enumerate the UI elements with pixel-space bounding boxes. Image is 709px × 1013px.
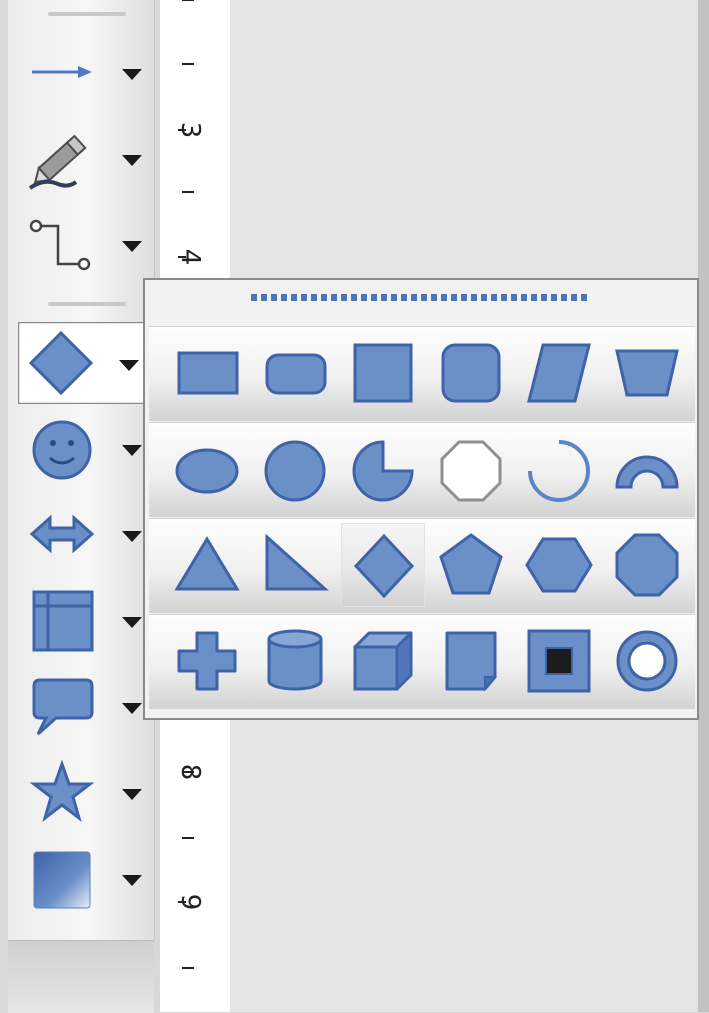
basic-shapes-tool[interactable] bbox=[18, 322, 146, 404]
chevron-down-icon[interactable] bbox=[120, 528, 144, 544]
rectangle-icon[interactable] bbox=[165, 331, 249, 415]
shape-row bbox=[149, 326, 695, 421]
toolbar-separator bbox=[48, 302, 126, 306]
circle-pie-icon[interactable] bbox=[341, 427, 425, 511]
right-triangle-icon[interactable] bbox=[253, 523, 337, 607]
ruler-label: 9 bbox=[175, 894, 205, 911]
flowchart-icon bbox=[24, 582, 100, 658]
chevron-down-icon[interactable] bbox=[120, 872, 144, 888]
cylinder-icon[interactable] bbox=[253, 619, 337, 703]
chevron-down-icon[interactable] bbox=[117, 357, 141, 373]
ellipse-icon[interactable] bbox=[165, 427, 249, 511]
rounded-square-icon[interactable] bbox=[429, 331, 513, 415]
3d-objects-tool[interactable] bbox=[22, 838, 148, 918]
shape-row bbox=[149, 518, 695, 613]
shape-row bbox=[149, 422, 695, 517]
block-arc-icon[interactable] bbox=[605, 427, 689, 511]
smiley-icon bbox=[24, 410, 100, 486]
ruler-label: 4 bbox=[175, 249, 205, 266]
chevron-down-icon[interactable] bbox=[120, 786, 144, 802]
chevron-down-icon[interactable] bbox=[120, 614, 144, 630]
pentagon-icon[interactable] bbox=[429, 523, 513, 607]
arc-icon[interactable] bbox=[517, 427, 601, 511]
block-arrows-tool[interactable] bbox=[22, 494, 148, 574]
freehand-tool[interactable] bbox=[22, 118, 148, 198]
square-icon[interactable] bbox=[341, 331, 425, 415]
chevron-down-icon[interactable] bbox=[120, 442, 144, 458]
cube-gradient-icon bbox=[24, 840, 100, 916]
toolbar-footer bbox=[8, 940, 154, 1013]
chevron-down-icon[interactable] bbox=[120, 238, 144, 254]
ruler-label: 8 bbox=[175, 764, 205, 781]
line-arrow-tool[interactable] bbox=[22, 32, 148, 112]
double-arrow-icon bbox=[24, 496, 100, 572]
parallelogram-icon[interactable] bbox=[517, 331, 601, 415]
chevron-down-icon[interactable] bbox=[120, 152, 144, 168]
star-icon bbox=[24, 754, 100, 830]
rounded-rectangle-icon[interactable] bbox=[253, 331, 337, 415]
ruler-label: 3 bbox=[175, 122, 205, 139]
folded-corner-icon[interactable] bbox=[429, 619, 513, 703]
pencil-icon bbox=[24, 120, 100, 196]
callout-icon bbox=[24, 668, 100, 744]
basic-shapes-popup bbox=[143, 278, 699, 720]
frame-icon[interactable] bbox=[517, 619, 601, 703]
trapezoid-icon[interactable] bbox=[605, 331, 689, 415]
octagon-icon[interactable] bbox=[605, 523, 689, 607]
octagon-circle-icon[interactable] bbox=[429, 427, 513, 511]
connector-icon bbox=[24, 206, 100, 282]
stars-tool[interactable] bbox=[22, 752, 148, 832]
drawing-toolbar bbox=[8, 0, 155, 940]
cube-icon[interactable] bbox=[341, 619, 425, 703]
flowchart-tool[interactable] bbox=[22, 580, 148, 660]
scrollbar[interactable] bbox=[698, 0, 709, 1012]
toolbar-grip[interactable] bbox=[48, 12, 126, 16]
connector-tool[interactable] bbox=[22, 204, 148, 284]
chevron-down-icon[interactable] bbox=[120, 66, 144, 82]
ring-icon[interactable] bbox=[605, 619, 689, 703]
hexagon-icon[interactable] bbox=[517, 523, 601, 607]
shape-row bbox=[149, 614, 695, 709]
callouts-tool[interactable] bbox=[22, 666, 148, 746]
isosceles-triangle-icon[interactable] bbox=[165, 523, 249, 607]
cross-icon[interactable] bbox=[165, 619, 249, 703]
diamond-icon bbox=[21, 325, 97, 401]
arrow-icon bbox=[24, 34, 100, 110]
circle-icon[interactable] bbox=[253, 427, 337, 511]
diamond-shape-icon[interactable] bbox=[341, 523, 425, 607]
popup-drag-handle[interactable] bbox=[251, 288, 591, 301]
symbol-shapes-tool[interactable] bbox=[22, 408, 148, 488]
chevron-down-icon[interactable] bbox=[120, 700, 144, 716]
